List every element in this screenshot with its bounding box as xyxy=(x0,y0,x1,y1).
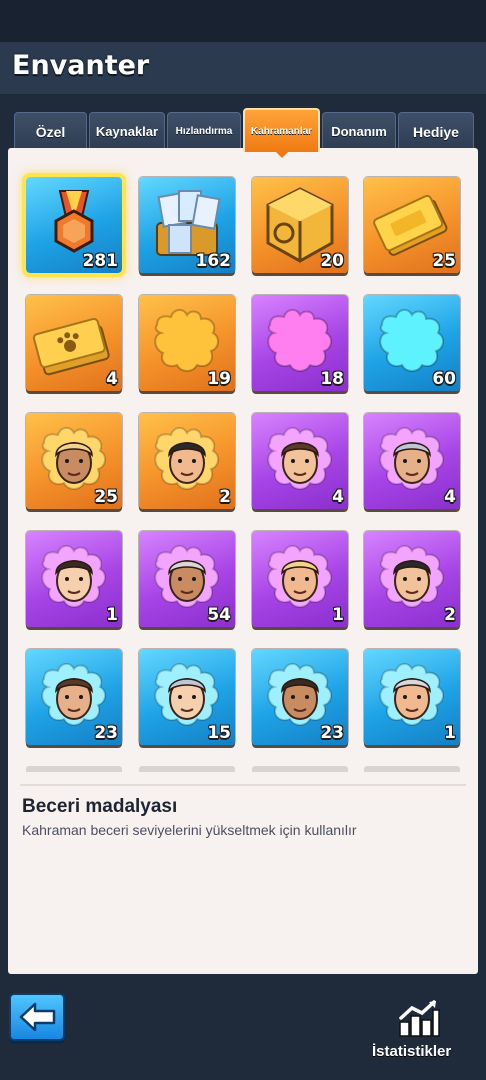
back-button[interactable] xyxy=(9,993,65,1041)
tab-hediye[interactable]: Hediye xyxy=(398,112,474,150)
tab-ozel[interactable]: Özel xyxy=(14,112,87,150)
inventory-item[interactable]: 1 xyxy=(252,531,348,627)
inventory-item[interactable]: 281 xyxy=(22,173,126,277)
item-count: 1 xyxy=(444,723,456,743)
tab-kahramanlar[interactable]: Kahramanlar xyxy=(243,108,320,152)
inventory-grid: 281 162 20 25 4 19 18 60 25 2 4 4 1 54 1 2 23 15 23 1 xyxy=(8,148,478,768)
inventory-item[interactable]: 20 xyxy=(252,177,348,273)
tab-label: Özel xyxy=(35,123,66,140)
tab-label: Kahramanlar xyxy=(250,125,313,137)
item-count: 2 xyxy=(444,605,456,625)
item-count: 4 xyxy=(106,369,118,389)
next-row-item-edge xyxy=(252,766,348,772)
item-count: 25 xyxy=(94,487,118,507)
item-count: 1 xyxy=(106,605,118,625)
inventory-item[interactable]: 60 xyxy=(364,295,460,391)
tab-label: Kaynaklar xyxy=(95,124,159,139)
inventory-item[interactable]: 4 xyxy=(364,413,460,509)
next-row-item-edge xyxy=(26,766,122,772)
item-count: 281 xyxy=(82,251,119,271)
tab-label: Donanım xyxy=(331,124,387,139)
inventory-item[interactable]: 2 xyxy=(364,531,460,627)
inventory-item[interactable]: 15 xyxy=(139,649,235,745)
item-count: 1 xyxy=(332,605,344,625)
inventory-item[interactable]: 25 xyxy=(26,413,122,509)
tab-hizlandirma[interactable]: Hızlandırma xyxy=(167,112,241,150)
item-count: 23 xyxy=(94,723,118,743)
item-count: 54 xyxy=(207,605,231,625)
inventory-item[interactable]: 23 xyxy=(252,649,348,745)
inventory-item[interactable]: 18 xyxy=(252,295,348,391)
inventory-item[interactable]: 23 xyxy=(26,649,122,745)
item-count: 4 xyxy=(332,487,344,507)
item-count: 25 xyxy=(432,251,456,271)
tab-donanim[interactable]: Donanım xyxy=(322,112,396,150)
inventory-item[interactable]: 2 xyxy=(139,413,235,509)
inventory-item[interactable]: 25 xyxy=(364,177,460,273)
inventory-item[interactable]: 162 xyxy=(139,177,235,273)
tab-label: Hediye xyxy=(413,123,459,140)
inventory-item[interactable]: 19 xyxy=(139,295,235,391)
item-count: 162 xyxy=(195,251,232,271)
item-count: 15 xyxy=(207,723,231,743)
inventory-item[interactable]: 54 xyxy=(139,531,235,627)
item-count: 23 xyxy=(320,723,344,743)
arrow-left-icon xyxy=(19,1002,56,1032)
item-description-text: Kahraman beceri seviyelerini yükseltmek … xyxy=(22,822,357,838)
divider xyxy=(20,784,466,786)
statistics-label[interactable]: İstatistikler xyxy=(372,1043,451,1060)
next-row-item-edge xyxy=(139,766,235,772)
inventory-item[interactable]: 1 xyxy=(26,531,122,627)
statistics-chart-icon[interactable] xyxy=(398,1000,440,1038)
inventory-item[interactable]: 4 xyxy=(26,295,122,391)
inventory-item[interactable]: 1 xyxy=(364,649,460,745)
inventory-item[interactable]: 4 xyxy=(252,413,348,509)
tab-label: Hızlandırma xyxy=(175,126,233,137)
status-bar xyxy=(0,0,486,42)
item-description-title: Beceri madalyası xyxy=(22,796,178,817)
item-count: 20 xyxy=(320,251,344,271)
page-title: Envanter xyxy=(12,50,150,81)
item-count: 18 xyxy=(320,369,344,389)
next-row-item-edge xyxy=(364,766,460,772)
tab-kaynaklar[interactable]: Kaynaklar xyxy=(89,112,165,150)
item-count: 2 xyxy=(219,487,231,507)
item-count: 19 xyxy=(207,369,231,389)
item-count: 60 xyxy=(432,369,456,389)
item-count: 4 xyxy=(444,487,456,507)
